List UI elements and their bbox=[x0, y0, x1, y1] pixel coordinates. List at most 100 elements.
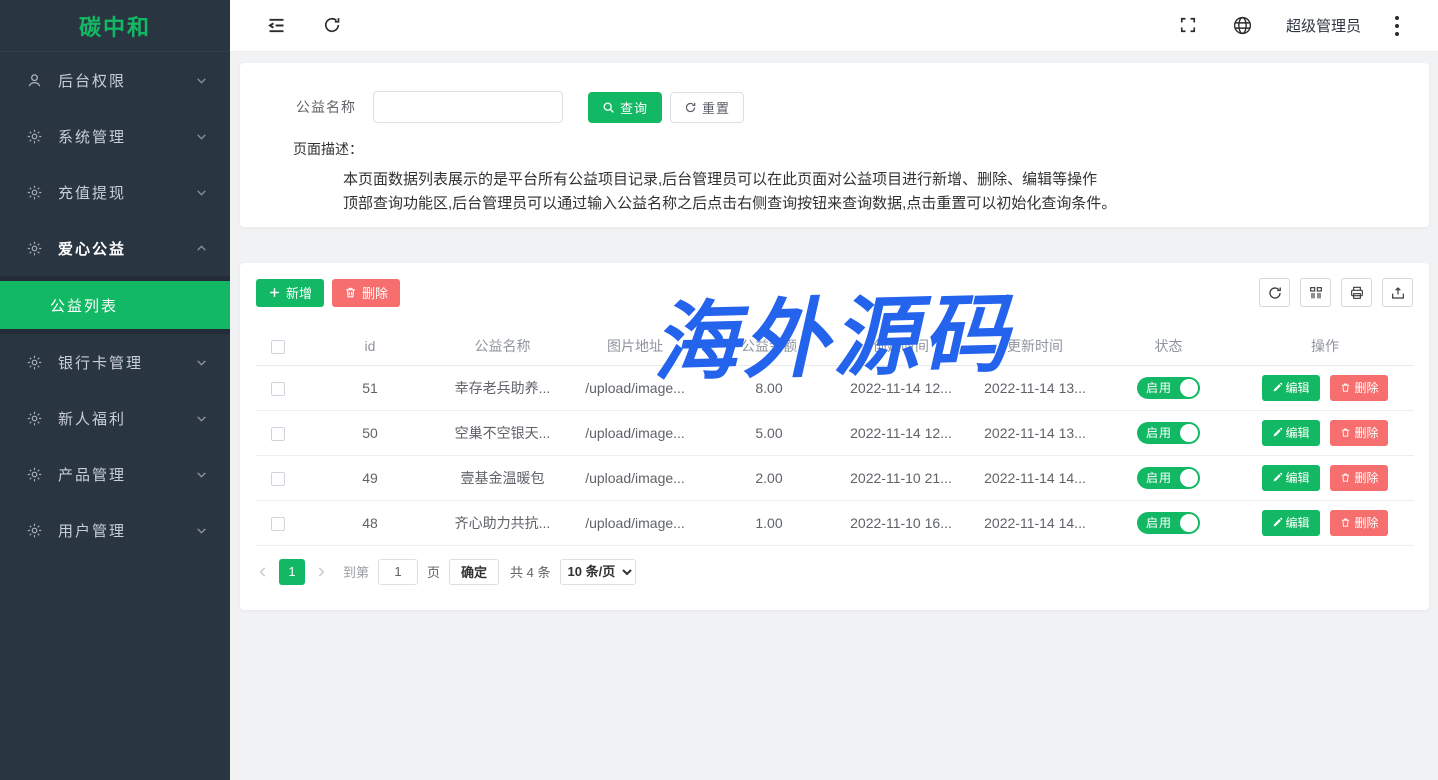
collapse-sidebar-icon[interactable] bbox=[266, 15, 287, 36]
cell-amount: 5.00 bbox=[705, 410, 833, 455]
gear-icon bbox=[26, 184, 43, 201]
status-toggle[interactable]: 启用 bbox=[1137, 422, 1200, 444]
column-settings-button[interactable] bbox=[1300, 278, 1331, 307]
refresh-table-button[interactable] bbox=[1259, 278, 1290, 307]
delete-button[interactable]: 删除 bbox=[1330, 510, 1388, 536]
sidebar-submenu-charity: 公益列表 bbox=[0, 276, 230, 334]
printer-icon bbox=[1349, 285, 1365, 301]
current-user-menu[interactable]: 超级管理员 bbox=[1286, 15, 1361, 36]
status-toggle[interactable]: 启用 bbox=[1137, 512, 1200, 534]
kebab-menu-icon[interactable] bbox=[1394, 15, 1400, 36]
query-button[interactable]: 查询 bbox=[588, 92, 662, 123]
sidebar-item-bankcard[interactable]: 银行卡管理 bbox=[0, 334, 230, 390]
gear-icon bbox=[26, 522, 43, 539]
edit-button[interactable]: 编辑 bbox=[1262, 465, 1320, 491]
next-page-button[interactable] bbox=[314, 565, 328, 579]
status-label: 启用 bbox=[1146, 514, 1172, 531]
search-card: 公益名称 查询 重置 页面描述： 本页面数据列表展示的是平台所有公益项目记录,后… bbox=[240, 63, 1429, 227]
pencil-icon bbox=[1272, 427, 1283, 438]
col-header-amount: 公益金额 bbox=[705, 327, 833, 365]
col-header-updated: 更新时间 bbox=[969, 327, 1101, 365]
table-toolbar: 新增 删除 bbox=[240, 263, 1429, 307]
columns-icon bbox=[1308, 285, 1324, 301]
sidebar-item-label: 系统管理 bbox=[58, 126, 126, 147]
trash-icon bbox=[1340, 427, 1351, 438]
confirm-jump-button[interactable]: 确定 bbox=[449, 559, 499, 585]
cell-updated: 2022-11-14 14... bbox=[969, 500, 1101, 545]
cell-img: /upload/image... bbox=[565, 455, 705, 500]
page-size-select[interactable]: 10 条/页 bbox=[560, 559, 636, 585]
export-button[interactable] bbox=[1382, 278, 1413, 307]
user-icon bbox=[26, 72, 43, 89]
trash-icon bbox=[1340, 382, 1351, 393]
status-label: 启用 bbox=[1146, 379, 1172, 396]
sidebar-item-admin-perms[interactable]: 后台权限 bbox=[0, 52, 230, 108]
page-number-button[interactable]: 1 bbox=[279, 559, 305, 585]
print-button[interactable] bbox=[1341, 278, 1372, 307]
toggle-knob bbox=[1180, 469, 1198, 487]
search-icon bbox=[602, 101, 615, 114]
plus-icon bbox=[268, 286, 281, 299]
sidebar-item-system[interactable]: 系统管理 bbox=[0, 108, 230, 164]
status-toggle[interactable]: 启用 bbox=[1137, 467, 1200, 489]
row-checkbox[interactable] bbox=[271, 472, 285, 486]
sidebar-item-label: 用户管理 bbox=[58, 520, 126, 541]
add-button-label: 新增 bbox=[286, 283, 312, 302]
search-field-label: 公益名称 bbox=[296, 97, 356, 117]
reset-button[interactable]: 重置 bbox=[670, 92, 744, 123]
edit-button[interactable]: 编辑 bbox=[1262, 510, 1320, 536]
delete-button[interactable]: 删除 bbox=[1330, 420, 1388, 446]
gear-icon bbox=[26, 466, 43, 483]
search-input[interactable] bbox=[373, 91, 563, 123]
page-jump-input[interactable] bbox=[378, 559, 418, 585]
refresh-page-icon[interactable] bbox=[322, 15, 343, 36]
delete-button[interactable]: 删除 bbox=[1330, 465, 1388, 491]
charity-table: id 公益名称 图片地址 公益金额 创建时间 更新时间 状态 操作 51 幸存老… bbox=[256, 327, 1414, 546]
edit-button[interactable]: 编辑 bbox=[1262, 375, 1320, 401]
chevron-down-icon bbox=[195, 468, 208, 481]
sidebar-item-charity[interactable]: 爱心公益 bbox=[0, 220, 230, 276]
cell-updated: 2022-11-14 13... bbox=[969, 365, 1101, 410]
cell-amount: 1.00 bbox=[705, 500, 833, 545]
row-checkbox[interactable] bbox=[271, 382, 285, 396]
row-checkbox[interactable] bbox=[271, 517, 285, 531]
edit-button[interactable]: 编辑 bbox=[1262, 420, 1320, 446]
app-logo: 碳中和 bbox=[0, 0, 230, 52]
add-button[interactable]: 新增 bbox=[256, 279, 324, 307]
chevron-down-icon bbox=[195, 356, 208, 369]
select-all-checkbox[interactable] bbox=[271, 340, 285, 354]
trash-icon bbox=[1340, 517, 1351, 528]
main-content: 公益名称 查询 重置 页面描述： 本页面数据列表展示的是平台所有公益项目记录,后… bbox=[230, 53, 1438, 780]
row-checkbox[interactable] bbox=[271, 427, 285, 441]
page-desc-line1: 本页面数据列表展示的是平台所有公益项目记录,后台管理员可以在此页面对公益项目进行… bbox=[343, 168, 1429, 192]
sidebar: 碳中和 后台权限 系统管理 充值提现 爱心公益 公益列表 bbox=[0, 0, 230, 780]
prev-page-button[interactable] bbox=[256, 565, 270, 579]
delete-button[interactable]: 删除 bbox=[1330, 375, 1388, 401]
chevron-up-icon bbox=[195, 242, 208, 255]
cell-created: 2022-11-14 12... bbox=[833, 365, 969, 410]
sidebar-item-recharge-withdraw[interactable]: 充值提现 bbox=[0, 164, 230, 220]
cell-img: /upload/image... bbox=[565, 410, 705, 455]
table-row: 48 齐心助力共抗... /upload/image... 1.00 2022-… bbox=[256, 500, 1414, 545]
col-header-status: 状态 bbox=[1101, 327, 1236, 365]
batch-delete-button[interactable]: 删除 bbox=[332, 279, 400, 307]
cell-name: 空巢不空银天... bbox=[440, 410, 565, 455]
sidebar-item-product[interactable]: 产品管理 bbox=[0, 446, 230, 502]
cell-updated: 2022-11-14 13... bbox=[969, 410, 1101, 455]
fullscreen-icon[interactable] bbox=[1178, 15, 1199, 36]
cell-created: 2022-11-14 12... bbox=[833, 410, 969, 455]
pencil-icon bbox=[1272, 382, 1283, 393]
sidebar-item-user[interactable]: 用户管理 bbox=[0, 502, 230, 558]
pagination: 1 到第 页 确定 共 4 条 10 条/页 bbox=[256, 559, 1413, 585]
language-globe-icon[interactable] bbox=[1232, 15, 1253, 36]
sidebar-item-label: 新人福利 bbox=[58, 408, 126, 429]
gear-icon bbox=[26, 410, 43, 427]
delete-button-label: 删除 bbox=[1354, 424, 1378, 441]
col-header-actions: 操作 bbox=[1236, 327, 1414, 365]
table-row: 49 壹基金温暖包 /upload/image... 2.00 2022-11-… bbox=[256, 455, 1414, 500]
sidebar-subitem-charity-list[interactable]: 公益列表 bbox=[0, 281, 230, 329]
table-card: 新增 删除 bbox=[240, 263, 1429, 610]
status-toggle[interactable]: 启用 bbox=[1137, 377, 1200, 399]
sidebar-item-newbie-welfare[interactable]: 新人福利 bbox=[0, 390, 230, 446]
delete-button-label: 删除 bbox=[1354, 514, 1378, 531]
